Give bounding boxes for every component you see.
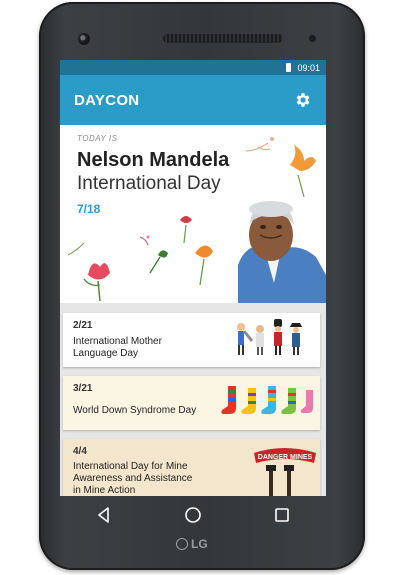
event-name-line2: Awareness and Assistance [73, 473, 193, 484]
status-time: 09:01 [297, 62, 320, 73]
app-title: DAYCON [74, 91, 140, 109]
danger-mines-text: DANGER MINES [258, 454, 313, 461]
lg-logo-icon [176, 538, 188, 550]
brand-text: LG [191, 537, 208, 551]
event-card[interactable]: 3/21 World Down Syndrome Day [63, 376, 320, 430]
event-name-line1: International Mother [73, 336, 162, 347]
brand-logo: LG [176, 537, 208, 551]
event-card[interactable]: 2/21 International Mother Language Day [63, 313, 320, 367]
hero-date: 7/18 [77, 202, 101, 216]
danger-mines-sign: DANGER MINES [254, 448, 316, 496]
app-bar: DAYCON [60, 75, 326, 125]
socks-icon [221, 386, 313, 414]
people-icon [237, 319, 302, 355]
recents-icon[interactable] [273, 506, 291, 524]
back-icon[interactable] [95, 506, 113, 524]
home-icon[interactable] [184, 506, 202, 524]
event-name-line2: Language Day [73, 348, 139, 359]
event-name-line3: in Mine Action [73, 485, 136, 496]
hero-title-line2: International Day [77, 173, 221, 194]
event-date: 2/21 [73, 320, 93, 331]
hero-title-line1: Nelson Mandela [77, 149, 230, 171]
event-date: 3/21 [73, 383, 93, 394]
event-date: 4/4 [73, 446, 87, 457]
event-card[interactable]: 4/4 International Day for Mine Awareness… [63, 439, 320, 496]
front-camera [78, 33, 90, 45]
proximity-sensor [309, 35, 316, 42]
gear-icon[interactable] [294, 91, 312, 109]
event-name-line1: World Down Syndrome Day [73, 405, 197, 416]
earpiece-speaker [163, 34, 283, 43]
navigation-bar [60, 496, 326, 534]
today-label: TODAY IS [77, 134, 118, 143]
today-hero-card[interactable]: TODAY IS Nelson Mandela International Da… [60, 125, 326, 303]
event-name-line1: International Day for Mine [73, 461, 188, 472]
battery-icon [286, 63, 292, 72]
status-bar: 09:01 [60, 60, 326, 75]
screen: 09:01 DAYCON TODAY IS Nelson Mandela Int… [60, 60, 326, 496]
